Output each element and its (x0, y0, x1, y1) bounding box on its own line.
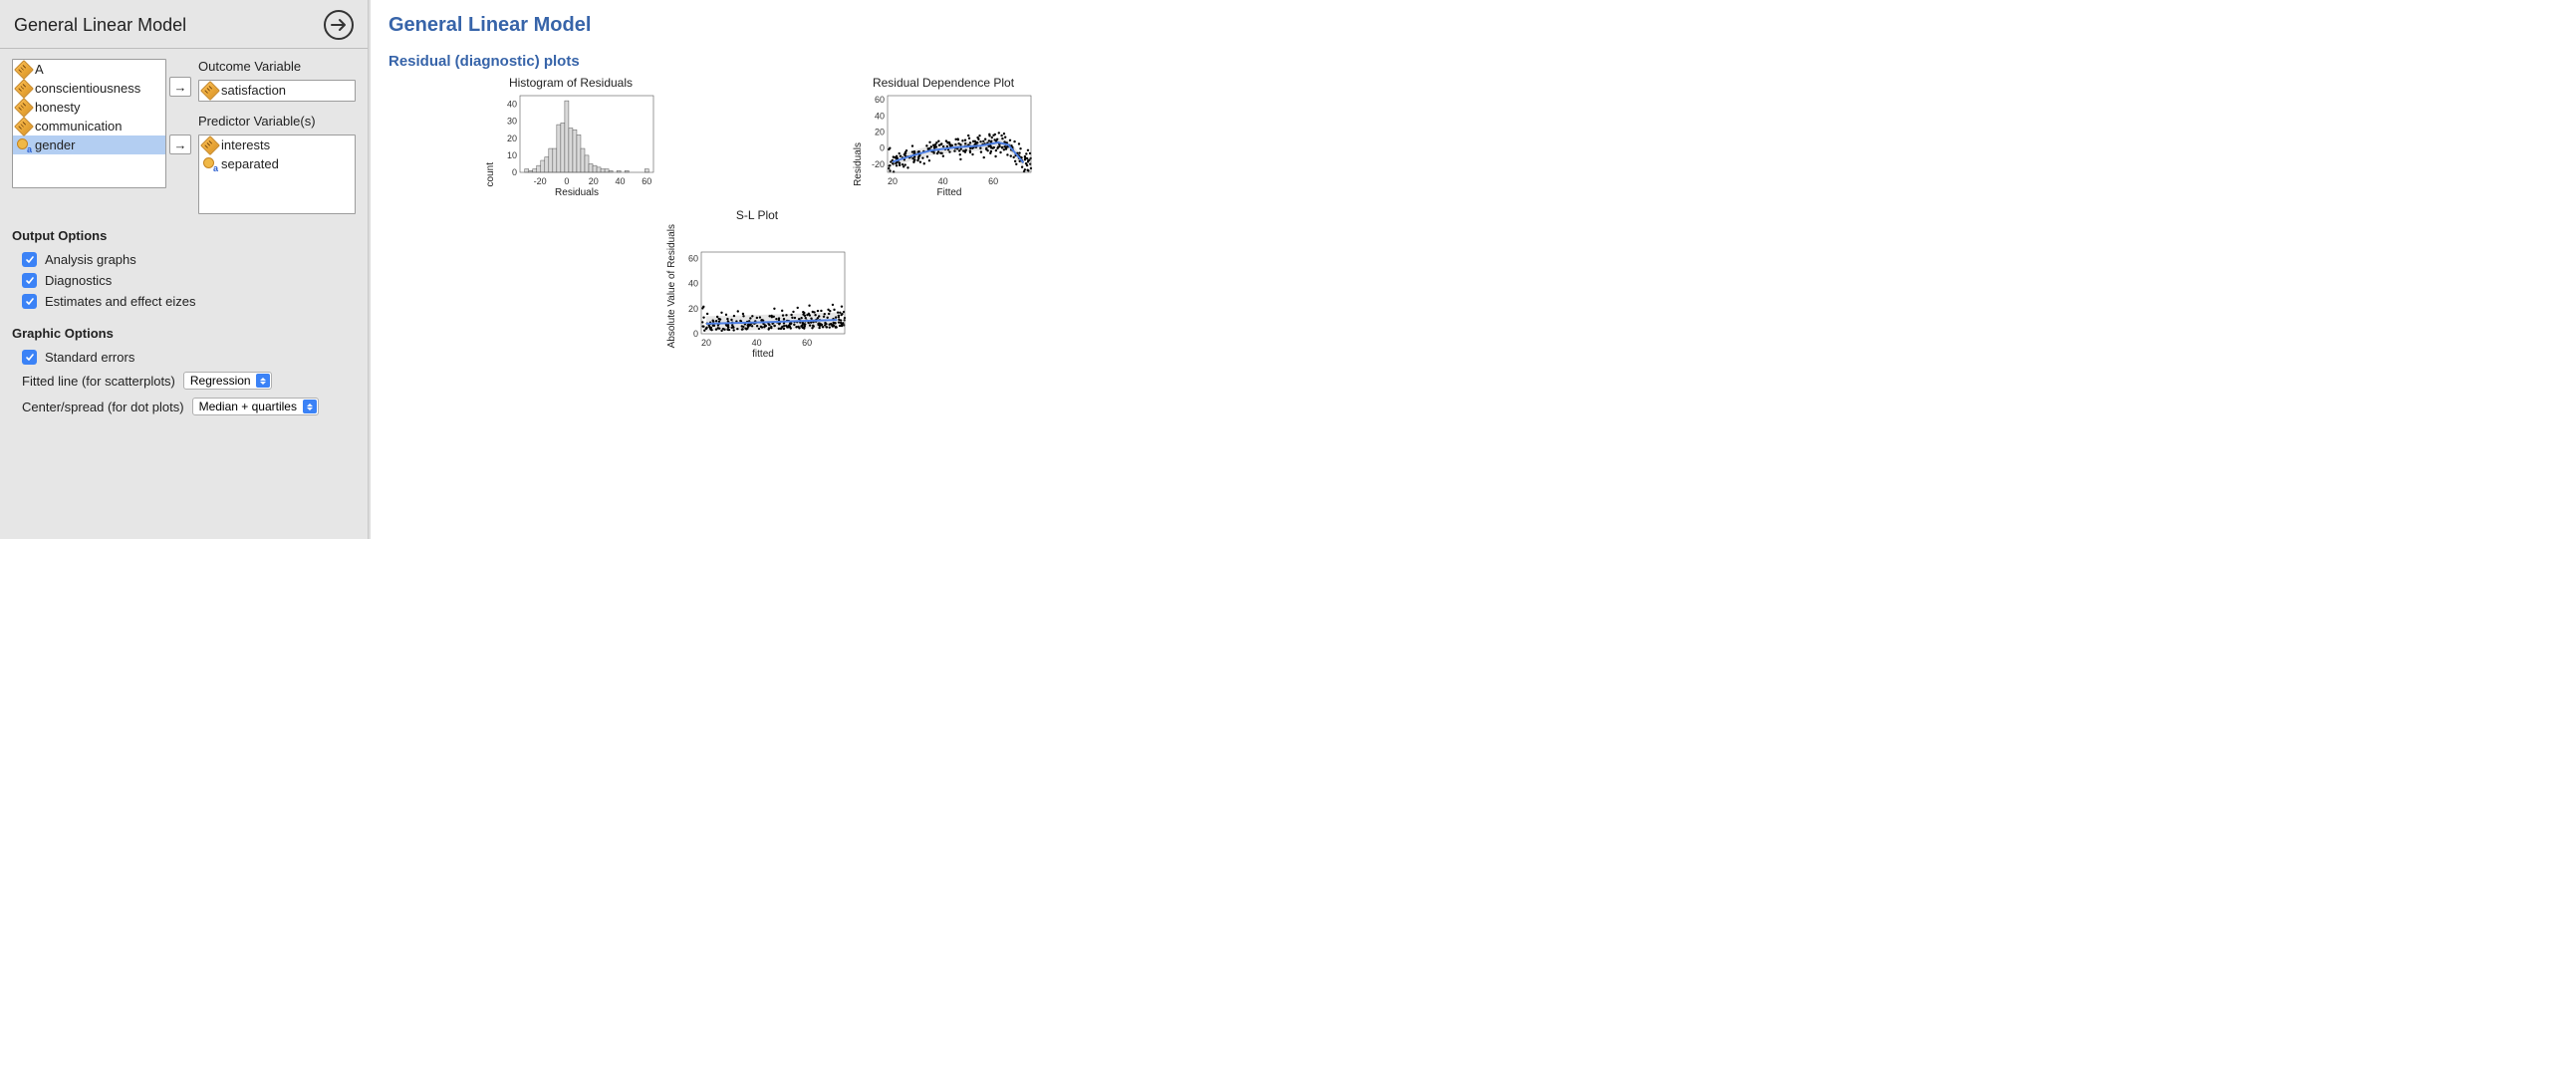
run-button[interactable] (324, 10, 354, 40)
predictors-box[interactable]: interests separated (198, 135, 356, 214)
output-option-checkbox[interactable] (22, 273, 37, 288)
svg-text:20: 20 (701, 338, 711, 348)
assign-predictor-button[interactable]: → (169, 135, 191, 154)
y-axis-label: Absolute Value of Residuals (666, 224, 677, 348)
panel-title: General Linear Model (14, 15, 186, 36)
plot-title: Residual Dependence Plot (873, 76, 1014, 90)
variable-item[interactable]: A (13, 60, 165, 79)
outcome-label: Outcome Variable (198, 59, 356, 74)
fitted-line-select[interactable]: Regression (183, 372, 272, 390)
ruler-icon (200, 135, 220, 155)
graphic-option-checkbox[interactable] (22, 350, 37, 365)
variable-item[interactable]: gender (13, 135, 165, 154)
output-option-label: Diagnostics (45, 273, 112, 288)
outcome-box[interactable]: satisfaction (198, 80, 356, 102)
svg-text:60: 60 (874, 95, 884, 105)
variable-item[interactable]: conscientiousness (13, 79, 165, 98)
ruler-icon (14, 79, 34, 99)
x-axis-label: fitted (752, 349, 774, 360)
nominal-icon (203, 157, 217, 171)
ruler-icon (200, 81, 220, 101)
output-option-label: Analysis graphs (45, 252, 136, 267)
output-option-checkbox[interactable] (22, 252, 37, 267)
assign-outcome-button[interactable]: → (169, 77, 191, 97)
svg-text:40: 40 (615, 176, 625, 186)
svg-text:20: 20 (874, 127, 884, 136)
plot-title: Histogram of Residuals (509, 76, 633, 90)
arrow-right-icon (331, 18, 347, 32)
ruler-icon (14, 117, 34, 136)
svg-text:60: 60 (802, 338, 812, 348)
svg-text:60: 60 (642, 176, 651, 186)
variable-label: honesty (35, 100, 81, 115)
predictor-label: separated (221, 156, 279, 171)
svg-text:60: 60 (687, 254, 697, 264)
variable-label: conscientiousness (35, 81, 140, 96)
graphic-options-heading: Graphic Options (12, 326, 356, 341)
svg-text:10: 10 (506, 150, 516, 160)
predictor-label: interests (221, 137, 270, 152)
predictor-variable[interactable]: separated (199, 154, 355, 173)
svg-text:40: 40 (506, 100, 516, 110)
svg-text:0: 0 (564, 176, 569, 186)
variables-list[interactable]: Aconscientiousness honesty communication ge… (12, 59, 166, 188)
fitted-line-label: Fitted line (for scatterplots) (22, 374, 175, 389)
svg-text:30: 30 (506, 117, 516, 127)
x-axis-label: Fitted (936, 187, 961, 198)
y-axis-label: count (485, 162, 496, 186)
outcome-variable-label: satisfaction (221, 83, 286, 98)
variable-label: gender (35, 137, 75, 152)
predictor-variable[interactable]: interests (199, 135, 355, 154)
svg-text:0: 0 (879, 143, 884, 153)
svg-text:60: 60 (988, 176, 998, 186)
results-section: Residual (diagnostic) plots (388, 53, 1270, 70)
output-option-checkbox[interactable] (22, 294, 37, 309)
svg-text:40: 40 (687, 279, 697, 289)
results-panel: General Linear Model Residual (diagnosti… (369, 0, 1288, 539)
y-axis-label: Residuals (853, 142, 864, 186)
x-axis-label: Residuals (555, 187, 599, 198)
svg-text:0: 0 (692, 329, 697, 339)
svg-text:40: 40 (937, 176, 947, 186)
graphic-option-label: Standard errors (45, 350, 134, 365)
outcome-variable[interactable]: satisfaction (199, 81, 355, 100)
variable-label: A (35, 62, 44, 77)
sl-plot: S-L Plot Absolute Value of Residuals 0 20… (388, 202, 1126, 360)
svg-text:20: 20 (588, 176, 598, 186)
variable-label: communication (35, 119, 122, 134)
svg-text:-20: -20 (533, 176, 546, 186)
output-option-label: Estimates and effect eizes (45, 294, 196, 309)
svg-text:20: 20 (506, 134, 516, 143)
predictors-label: Predictor Variable(s) (198, 114, 356, 129)
dependence-plot: Residual Dependence Plot Residuals -20 0 2… (761, 76, 1126, 198)
svg-text:20: 20 (888, 176, 898, 186)
nominal-icon (17, 138, 31, 152)
svg-text:0: 0 (511, 167, 516, 177)
center-spread-label: Center/spread (for dot plots) (22, 400, 184, 414)
results-title: General Linear Model (388, 14, 1270, 37)
plot-title: S-L Plot (736, 208, 778, 222)
svg-text:40: 40 (874, 111, 884, 121)
svg-text:20: 20 (687, 304, 697, 314)
ruler-icon (14, 98, 34, 118)
svg-text:-20: -20 (871, 159, 884, 169)
center-spread-select[interactable]: Median + quartiles (192, 398, 319, 415)
histogram-plot: Histogram of Residuals count 0 10 20 30 40 -2… (388, 76, 753, 198)
output-options-heading: Output Options (12, 228, 356, 243)
options-panel: General Linear Model Aconscientiousness h… (0, 0, 369, 539)
svg-text:40: 40 (751, 338, 761, 348)
variable-item[interactable]: honesty (13, 98, 165, 117)
ruler-icon (14, 60, 34, 80)
variable-item[interactable]: communication (13, 117, 165, 135)
